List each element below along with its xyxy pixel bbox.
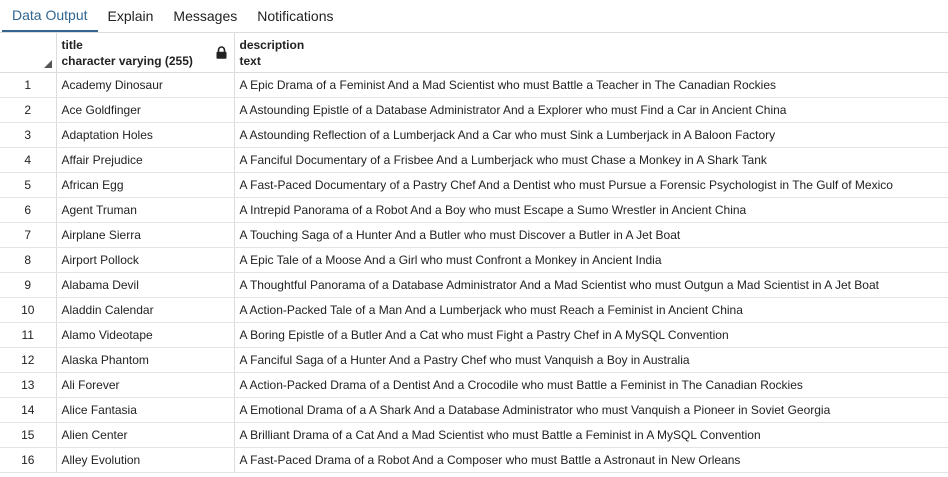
table-row[interactable]: 14 Alice Fantasia A Emotional Drama of a A… bbox=[0, 397, 948, 423]
table-row[interactable]: 5 African Egg A Fast-Paced Documentary of … bbox=[0, 172, 948, 198]
table-row[interactable]: 7 Airplane Sierra A Touching Saga of a Hun… bbox=[0, 222, 948, 248]
table-row[interactable]: 6 Agent Truman A Intrepid Panorama of a Ro… bbox=[0, 197, 948, 223]
cell-title[interactable]: Agent Truman bbox=[56, 197, 235, 223]
table-row[interactable]: 13 Ali Forever A Action-Packed Drama of a … bbox=[0, 372, 948, 398]
column-name: title bbox=[61, 38, 83, 52]
table-row[interactable]: 12 Alaska Phantom A Fanciful Saga of a Hun… bbox=[0, 347, 948, 373]
column-type: text bbox=[239, 54, 261, 68]
column-name: description bbox=[239, 38, 305, 52]
cell-description[interactable]: A Fast-Paced Documentary of a Pastry Che… bbox=[234, 172, 948, 198]
cell-description[interactable]: A Emotional Drama of a A Shark And a Dat… bbox=[234, 397, 948, 423]
cell-title[interactable]: Alamo Videotape bbox=[56, 322, 235, 348]
table-row[interactable]: 2 Ace Goldfinger A Astounding Epistle of a… bbox=[0, 97, 948, 123]
cell-description[interactable]: A Touching Saga of a Hunter And a Butler… bbox=[234, 222, 948, 248]
cell-title[interactable]: Alley Evolution bbox=[56, 447, 235, 473]
cell-title[interactable]: Alien Center bbox=[56, 422, 235, 448]
row-number[interactable]: 3 bbox=[0, 122, 57, 148]
cell-description[interactable]: A Astounding Reflection of a Lumberjack … bbox=[234, 122, 948, 148]
cell-title[interactable]: Ace Goldfinger bbox=[56, 97, 235, 123]
tab-explain[interactable]: Explain bbox=[98, 0, 164, 32]
cell-description[interactable]: A Fast-Paced Drama of a Robot And a Comp… bbox=[234, 447, 948, 473]
query-results-panel: Data Output Explain Messages Notificatio… bbox=[0, 0, 948, 477]
table-row[interactable]: 9 Alabama Devil A Thoughtful Panorama of a… bbox=[0, 272, 948, 298]
row-number[interactable]: 16 bbox=[0, 447, 57, 473]
row-number[interactable]: 6 bbox=[0, 197, 57, 223]
row-number[interactable]: 14 bbox=[0, 397, 57, 423]
row-number[interactable]: 2 bbox=[0, 97, 57, 123]
cell-description[interactable]: A Action-Packed Drama of a Dentist And a… bbox=[234, 372, 948, 398]
table-row[interactable]: 8 Airport Pollock A Epic Tale of a Moose A… bbox=[0, 247, 948, 273]
cell-title[interactable]: African Egg bbox=[56, 172, 235, 198]
cell-title[interactable]: Academy Dinosaur bbox=[56, 72, 235, 98]
cell-description[interactable]: A Action-Packed Tale of a Man And a Lumb… bbox=[234, 297, 948, 323]
cell-description[interactable]: A Astounding Epistle of a Database Admin… bbox=[234, 97, 948, 123]
tab-notifications[interactable]: Notifications bbox=[247, 0, 343, 32]
row-number[interactable]: 12 bbox=[0, 347, 57, 373]
table-row[interactable]: 16 Alley Evolution A Fast-Paced Drama of a… bbox=[0, 447, 948, 473]
row-number[interactable]: 4 bbox=[0, 147, 57, 173]
cell-description[interactable]: A Intrepid Panorama of a Robot And a Boy… bbox=[234, 197, 948, 223]
row-number[interactable]: 1 bbox=[0, 72, 57, 98]
column-type: character varying (255) bbox=[61, 54, 193, 68]
row-number[interactable]: 11 bbox=[0, 322, 57, 348]
cell-title[interactable]: Ali Forever bbox=[56, 372, 235, 398]
table-row[interactable]: 15 Alien Center A Brilliant Drama of a Cat… bbox=[0, 422, 948, 448]
lock-icon bbox=[216, 46, 226, 59]
results-tab-bar: Data Output Explain Messages Notificatio… bbox=[0, 0, 948, 33]
cell-description[interactable]: A Epic Drama of a Feminist And a Mad Sci… bbox=[234, 72, 948, 98]
table-row[interactable]: 4 Affair Prejudice A Fanciful Documentary … bbox=[0, 147, 948, 173]
cell-description[interactable]: A Fanciful Saga of a Hunter And a Pastry… bbox=[234, 347, 948, 373]
row-number[interactable]: 13 bbox=[0, 372, 57, 398]
table-row[interactable]: 3 Adaptation Holes A Astounding Reflection… bbox=[0, 122, 948, 148]
cell-title[interactable]: Alice Fantasia bbox=[56, 397, 235, 423]
header-row: title character varying (255) descriptio… bbox=[0, 33, 948, 73]
select-all-corner[interactable] bbox=[0, 33, 57, 73]
data-grid: title character varying (255) descriptio… bbox=[0, 33, 948, 477]
column-header-title[interactable]: title character varying (255) bbox=[56, 33, 235, 73]
tab-messages[interactable]: Messages bbox=[163, 0, 247, 32]
row-number[interactable]: 9 bbox=[0, 272, 57, 298]
column-header-description[interactable]: description text bbox=[234, 33, 948, 73]
row-number[interactable]: 10 bbox=[0, 297, 57, 323]
row-number[interactable]: 8 bbox=[0, 247, 57, 273]
cell-title[interactable]: Aladdin Calendar bbox=[56, 297, 235, 323]
cell-title[interactable]: Alabama Devil bbox=[56, 272, 235, 298]
cell-title[interactable]: Airport Pollock bbox=[56, 247, 235, 273]
results-table: title character varying (255) descriptio… bbox=[0, 33, 948, 473]
tab-data-output[interactable]: Data Output bbox=[2, 0, 98, 32]
cell-description[interactable]: A Epic Tale of a Moose And a Girl who mu… bbox=[234, 247, 948, 273]
cell-title[interactable]: Affair Prejudice bbox=[56, 147, 235, 173]
table-body: 1 Academy Dinosaur A Epic Drama of a Femin… bbox=[0, 72, 948, 473]
cell-description[interactable]: A Brilliant Drama of a Cat And a Mad Sci… bbox=[234, 422, 948, 448]
table-row[interactable]: 11 Alamo Videotape A Boring Epistle of a B… bbox=[0, 322, 948, 348]
cell-description[interactable]: A Boring Epistle of a Butler And a Cat w… bbox=[234, 322, 948, 348]
cell-title[interactable]: Airplane Sierra bbox=[56, 222, 235, 248]
row-number[interactable]: 15 bbox=[0, 422, 57, 448]
cell-description[interactable]: A Thoughtful Panorama of a Database Admi… bbox=[234, 272, 948, 298]
row-number[interactable]: 5 bbox=[0, 172, 57, 198]
cell-title[interactable]: Adaptation Holes bbox=[56, 122, 235, 148]
table-row[interactable]: 1 Academy Dinosaur A Epic Drama of a Femin… bbox=[0, 72, 948, 98]
table-row[interactable]: 10 Aladdin Calendar A Action-Packed Tale o… bbox=[0, 297, 948, 323]
cell-title[interactable]: Alaska Phantom bbox=[56, 347, 235, 373]
row-number[interactable]: 7 bbox=[0, 222, 57, 248]
cell-description[interactable]: A Fanciful Documentary of a Frisbee And … bbox=[234, 147, 948, 173]
select-all-corner-icon bbox=[43, 59, 52, 68]
